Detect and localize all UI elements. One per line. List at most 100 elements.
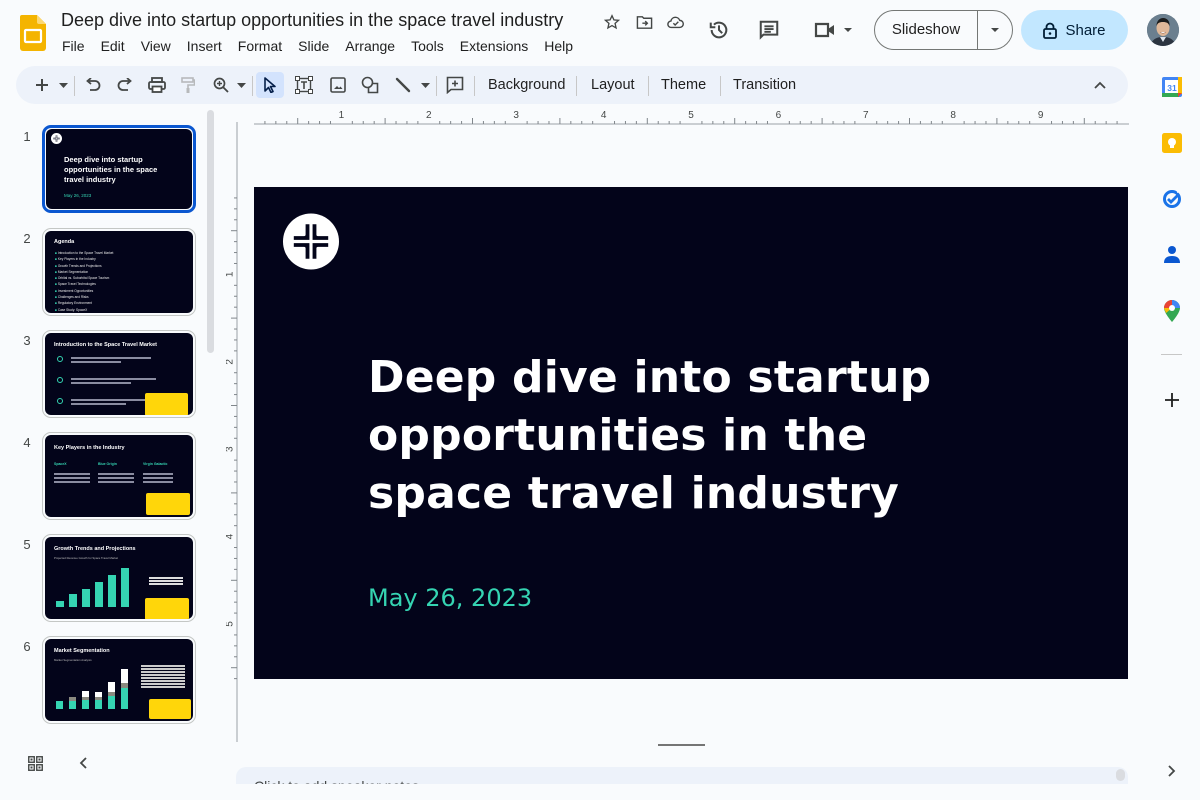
menu-format[interactable]: Format	[230, 37, 290, 55]
get-add-ons-button[interactable]	[1160, 388, 1184, 412]
ruler-label: 5	[688, 110, 694, 121]
line-tool-dropdown[interactable]	[418, 72, 432, 98]
background-button[interactable]: Background	[481, 72, 572, 98]
side-app-contacts[interactable]	[1160, 243, 1184, 267]
text-box-button[interactable]	[292, 72, 316, 98]
thumb-subtitle: Market Segmentation Analysis	[54, 658, 92, 662]
logo-icon	[51, 133, 62, 144]
thumb-title: Deep dive into startup opportunities in …	[64, 155, 158, 184]
version-history-icon[interactable]	[706, 17, 732, 43]
filmstrip-scrollbar[interactable]	[207, 110, 214, 353]
menu-edit[interactable]: Edit	[93, 37, 133, 55]
slide-number: 6	[23, 639, 31, 654]
user-avatar[interactable]	[1147, 14, 1179, 46]
caret-down-icon	[58, 82, 68, 88]
paint-format-button[interactable]	[177, 72, 199, 98]
ruler-label: 2	[426, 110, 432, 121]
ruler-label: 5	[226, 621, 236, 627]
ruler-label: 4	[226, 533, 236, 539]
zoom-dropdown[interactable]	[234, 72, 248, 98]
cloud-saved-icon[interactable]	[665, 12, 685, 32]
menu-help[interactable]: Help	[536, 37, 581, 55]
new-slide-layout-dropdown[interactable]	[56, 72, 70, 98]
slide-title[interactable]: Deep dive into startup opportunities in …	[368, 349, 1018, 523]
ruler-label: 8	[950, 110, 956, 121]
menu-extensions[interactable]: Extensions	[452, 37, 536, 55]
redo-button[interactable]	[114, 72, 136, 98]
speaker-notes-pane[interactable]: Click to add speaker notes	[236, 767, 1128, 784]
share-label: Share	[1065, 21, 1106, 39]
grid-view-button[interactable]	[28, 756, 43, 776]
slide-thumbnail-3[interactable]: Introduction to the Space Travel Market	[42, 330, 196, 418]
line-tool-button[interactable]	[392, 72, 414, 98]
caret-down-icon	[991, 28, 999, 32]
company-logo-icon[interactable]	[282, 213, 340, 270]
add-comment-icon	[446, 76, 464, 94]
print-button[interactable]	[145, 72, 169, 98]
contacts-icon	[1164, 246, 1180, 263]
slide-date[interactable]: May 26, 2023	[368, 584, 532, 612]
speaker-notes-resize-handle[interactable]	[658, 744, 705, 746]
video-camera-icon	[814, 22, 834, 38]
redo-icon	[117, 78, 132, 91]
speaker-notes-scrollbar[interactable]	[1116, 769, 1125, 781]
layout-button[interactable]: Layout	[584, 72, 642, 98]
menu-file[interactable]: File	[54, 37, 93, 55]
slideshow-options-button[interactable]	[978, 11, 1012, 49]
slide-canvas[interactable]: Deep dive into startup opportunities in …	[254, 187, 1128, 679]
keep-icon	[1162, 133, 1182, 153]
chevron-left-icon	[79, 757, 87, 769]
menu-view[interactable]: View	[133, 37, 179, 55]
insert-image-button[interactable]	[326, 72, 350, 98]
side-app-tasks[interactable]	[1160, 187, 1184, 211]
hide-menus-button[interactable]	[1088, 72, 1112, 98]
caret-down-icon	[844, 28, 852, 32]
menu-arrange[interactable]: Arrange	[337, 37, 403, 55]
ruler-label: 1	[226, 271, 236, 277]
move-to-folder-icon[interactable]	[634, 12, 654, 32]
cursor-arrow-icon	[264, 77, 276, 93]
slides-logo-icon[interactable]	[20, 15, 46, 51]
side-app-keep[interactable]	[1160, 131, 1184, 155]
sticky-note	[149, 699, 191, 719]
tasks-icon	[1163, 190, 1181, 208]
slide-thumbnail-2[interactable]: Agenda ■ Introduction to the Space Trave…	[42, 228, 196, 316]
menu-insert[interactable]: Insert	[179, 37, 230, 55]
slideshow-button[interactable]: Slideshow	[875, 11, 978, 49]
slide-thumbnail-6[interactable]: Market Segmentation Market Segmentation …	[42, 636, 196, 724]
side-app-maps[interactable]	[1160, 299, 1184, 323]
speaker-notes-placeholder[interactable]: Click to add speaker notes	[254, 778, 419, 784]
zoom-button[interactable]	[210, 72, 232, 98]
new-slide-button[interactable]	[30, 72, 54, 98]
transition-button[interactable]: Transition	[726, 72, 803, 98]
slide-thumbnail-1[interactable]: Deep dive into startup opportunities in …	[42, 125, 196, 213]
calendar-icon: 31	[1162, 77, 1182, 97]
undo-button[interactable]	[82, 72, 104, 98]
horizontal-ruler: 1 2 3 4 5 6 7 8 9	[254, 110, 1129, 125]
shape-button[interactable]	[358, 72, 382, 98]
show-side-panel-button[interactable]	[1164, 763, 1178, 784]
slide-thumbnail-4[interactable]: Key Players in the Industry SpaceX Blue …	[42, 432, 196, 520]
theme-button[interactable]: Theme	[654, 72, 713, 98]
collapse-filmstrip-button[interactable]	[77, 755, 91, 776]
share-button[interactable]: Share	[1021, 10, 1128, 50]
slide-number: 2	[23, 231, 31, 246]
menu-slide[interactable]: Slide	[290, 37, 337, 55]
comments-icon[interactable]	[756, 17, 782, 43]
toolbar: Background Layout Theme Transition	[16, 66, 1128, 104]
slide-thumbnail-5[interactable]: Growth Trends and Projections Projected …	[42, 534, 196, 622]
sticky-note	[145, 598, 189, 619]
add-comment-button[interactable]	[443, 72, 467, 98]
grid-view-icon	[28, 756, 43, 771]
side-app-calendar[interactable]: 31	[1160, 75, 1184, 99]
menu-tools[interactable]: Tools	[403, 37, 452, 55]
sticky-note	[146, 493, 190, 515]
document-title[interactable]: Deep dive into startup opportunities in …	[61, 10, 563, 31]
star-icon[interactable]	[602, 12, 622, 32]
meet-button[interactable]	[810, 17, 856, 43]
text-box-icon	[295, 76, 313, 94]
select-tool-button[interactable]	[256, 72, 284, 98]
shapes-icon	[361, 76, 379, 94]
thumb-date: May 26, 2023	[64, 193, 92, 198]
thumb-title: Introduction to the Space Travel Market	[54, 342, 157, 348]
